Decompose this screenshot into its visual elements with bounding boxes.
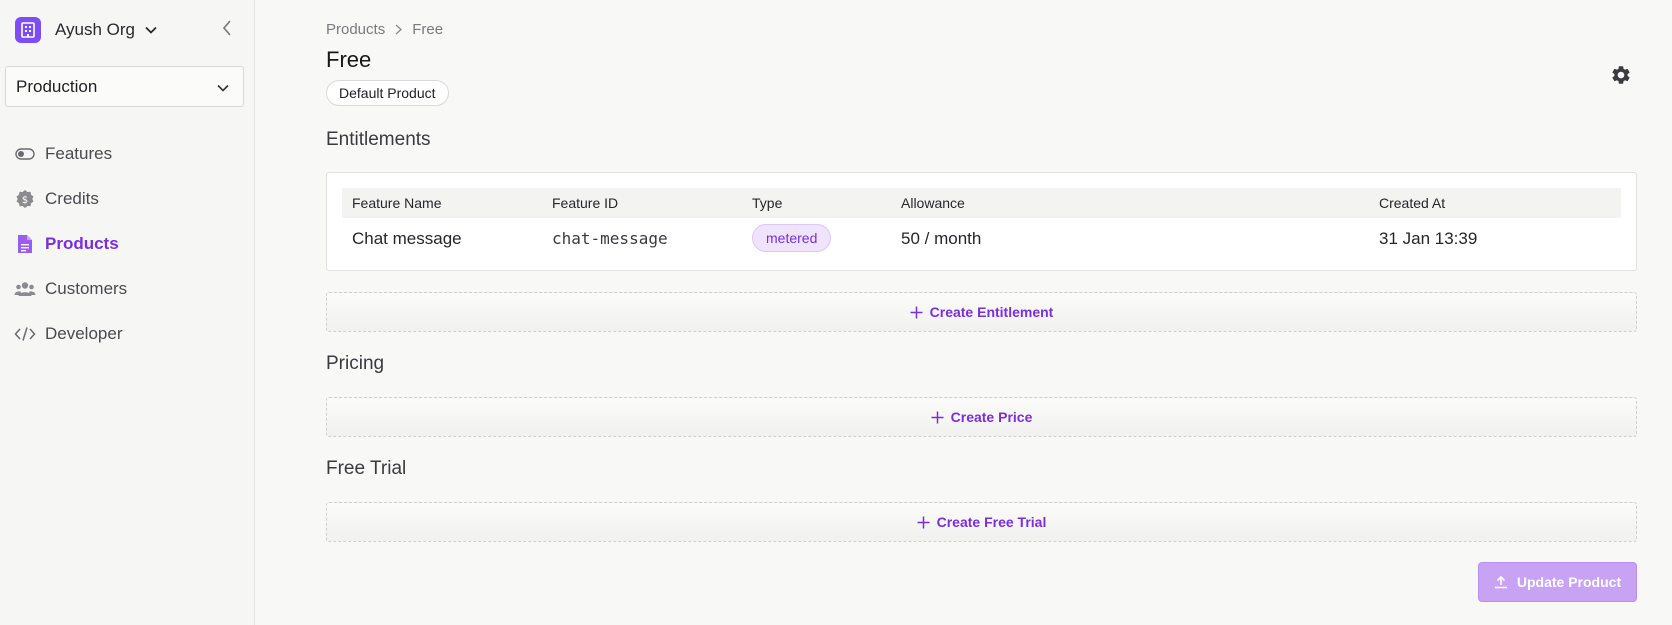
sidebar-item-features[interactable]: Features <box>14 140 127 168</box>
sidebar-item-customers[interactable]: Customers <box>14 275 127 303</box>
settings-button[interactable] <box>1610 64 1632 86</box>
create-free-trial-button[interactable]: Create Free Trial <box>326 502 1637 542</box>
breadcrumb: Products Free <box>326 21 443 38</box>
sidebar-nav: Features $ Credits Products Customers De… <box>14 140 127 365</box>
sidebar-item-label: Products <box>45 234 119 253</box>
chevron-right-icon <box>395 24 403 35</box>
breadcrumb-products-link[interactable]: Products <box>326 21 385 38</box>
plus-icon <box>917 516 930 529</box>
table-row[interactable]: Chat message chat-message metered 50 / m… <box>342 221 1621 257</box>
toggle-icon <box>14 143 36 165</box>
entitlements-table: Feature Name Feature ID Type Allowance C… <box>326 172 1637 271</box>
environment-select[interactable]: Production <box>5 66 244 107</box>
column-header-feature-name: Feature Name <box>352 195 442 211</box>
update-product-button[interactable]: Update Product <box>1478 562 1637 602</box>
create-free-trial-label: Create Free Trial <box>936 514 1047 530</box>
document-icon <box>14 233 36 255</box>
building-icon <box>15 17 41 43</box>
pricing-heading: Pricing <box>326 353 385 374</box>
create-price-button[interactable]: Create Price <box>326 397 1637 437</box>
org-switcher[interactable]: Ayush Org <box>15 17 157 43</box>
users-icon <box>14 278 36 300</box>
environment-value: Production <box>16 76 98 96</box>
update-product-label: Update Product <box>1516 574 1622 590</box>
column-header-feature-id: Feature ID <box>552 195 619 211</box>
sidebar: Ayush Org Production Features $ Credits <box>0 0 255 625</box>
coin-icon: $ <box>14 188 36 210</box>
create-price-label: Create Price <box>950 409 1033 425</box>
feature-name-cell: Chat message <box>352 229 462 248</box>
entitlements-heading: Entitlements <box>326 129 431 150</box>
column-header-created-at: Created At <box>1379 195 1446 211</box>
chevron-down-icon <box>217 77 229 97</box>
create-entitlement-button[interactable]: Create Entitlement <box>326 292 1637 332</box>
created-at-cell: 31 Jan 13:39 <box>1379 229 1478 248</box>
chevron-left-icon <box>222 19 232 41</box>
default-product-badge: Default Product <box>326 80 449 106</box>
gear-icon <box>1610 66 1632 90</box>
upload-icon <box>1494 575 1508 589</box>
collapse-sidebar-button[interactable] <box>218 19 236 41</box>
feature-id-cell: chat-message <box>552 229 668 248</box>
sidebar-item-label: Credits <box>45 189 99 208</box>
allowance-cell: 50 / month <box>901 229 982 248</box>
sidebar-item-label: Customers <box>45 279 128 298</box>
svg-text:$: $ <box>22 195 28 206</box>
plus-icon <box>910 306 923 319</box>
sidebar-item-products[interactable]: Products <box>14 230 127 258</box>
create-entitlement-label: Create Entitlement <box>929 304 1054 320</box>
code-icon <box>14 323 36 345</box>
page-title: Free <box>326 47 372 72</box>
free-trial-heading: Free Trial <box>326 458 407 479</box>
breadcrumb-current: Free <box>412 21 444 38</box>
chevron-down-icon <box>145 26 157 34</box>
column-header-type: Type <box>752 195 783 211</box>
table-header: Feature Name Feature ID Type Allowance C… <box>342 188 1621 218</box>
type-badge: metered <box>752 224 832 252</box>
sidebar-item-credits[interactable]: $ Credits <box>14 185 127 213</box>
sidebar-item-label: Features <box>45 144 113 163</box>
sidebar-item-developer[interactable]: Developer <box>14 320 127 348</box>
sidebar-item-label: Developer <box>45 324 123 343</box>
column-header-allowance: Allowance <box>901 195 965 211</box>
org-name: Ayush Org <box>55 20 136 39</box>
plus-icon <box>931 411 944 424</box>
